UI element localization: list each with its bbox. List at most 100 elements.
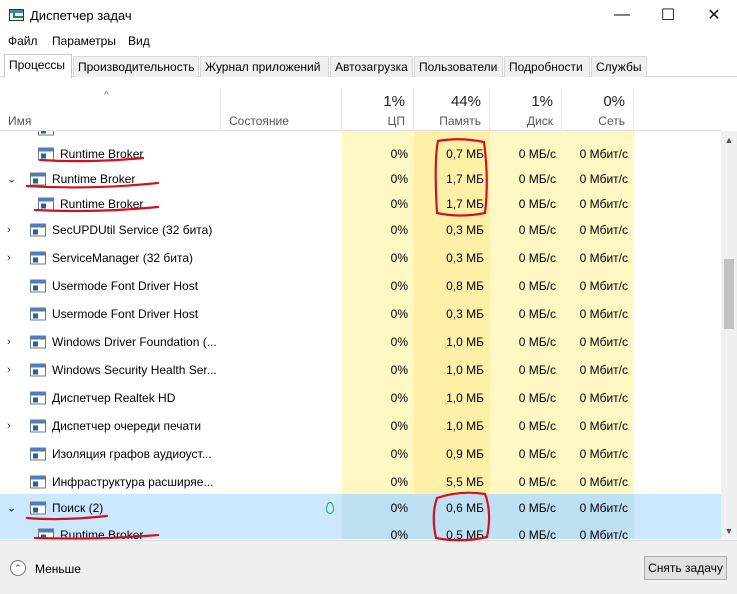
process-name-cell[interactable]: ⌄ Поиск (2) bbox=[0, 494, 342, 522]
menu-file[interactable]: Файл bbox=[8, 34, 38, 48]
process-name-cell[interactable]: › ServiceManager (32 бита) bbox=[0, 244, 342, 272]
table-row[interactable]: Инфраструктура расширяе... 0% 5,5 МБ 0 МБ/с… bbox=[0, 468, 721, 496]
chevron-right-icon[interactable]: › bbox=[7, 224, 11, 236]
process-name-cell[interactable]: › Windows Driver Foundation (... bbox=[0, 328, 342, 356]
minimize-button[interactable]: — bbox=[599, 0, 645, 30]
network-cell: 0 Мбит/с bbox=[579, 307, 628, 321]
chevron-down-icon[interactable]: ⌄ bbox=[7, 172, 16, 185]
window-title: Диспетчер задач bbox=[30, 8, 132, 23]
disk-cell: 0 МБ/с bbox=[518, 363, 556, 377]
table-row[interactable]: › ServiceManager (32 бита) 0% 0,3 МБ 0 МБ/с 0… bbox=[0, 244, 721, 272]
cpu-cell: 0% bbox=[390, 335, 408, 349]
process-name-cell[interactable]: Usermode Font Driver Host bbox=[0, 300, 342, 328]
column-network[interactable]: 0% Сеть bbox=[562, 88, 634, 131]
table-row[interactable]: ⌄ Поиск (2) 0% 0,6 МБ 0 МБ/с 0 Мбит/с bbox=[0, 494, 721, 522]
table-row[interactable]: › Windows Driver Foundation (... 0% 1,0 МБ 0… bbox=[0, 328, 721, 356]
tab-performance[interactable]: Производительность bbox=[73, 56, 199, 77]
table-row[interactable]: Диспетчер Realtek HD 0% 1,0 МБ 0 МБ/с 0 Мбит… bbox=[0, 384, 721, 412]
table-row[interactable]: › Windows Security Health Ser... 0% 1,0 МБ 0… bbox=[0, 356, 721, 384]
column-disk[interactable]: 1% Диск bbox=[490, 88, 562, 131]
close-button[interactable]: ✕ bbox=[691, 0, 737, 30]
process-name: Диспетчер очереди печати bbox=[52, 419, 202, 433]
column-name[interactable]: Имя bbox=[0, 88, 221, 131]
table-row[interactable]: ⌄ Runtime Broker 0% 1,7 МБ 0 МБ/с 0 Мбит/с bbox=[0, 166, 721, 191]
memory-cell: 1,0 МБ bbox=[446, 419, 484, 433]
chevron-right-icon[interactable]: › bbox=[7, 336, 11, 348]
tab-processes[interactable]: Процессы bbox=[4, 54, 72, 78]
tab-services[interactable]: Службы bbox=[591, 56, 647, 77]
process-list: Runtime Broker 0% 0,7 МБ 0 МБ/с 0 Мбит/с ⌄ Run… bbox=[0, 131, 721, 539]
process-name-cell[interactable]: Инфраструктура расширяе... bbox=[0, 468, 342, 496]
memory-cell: 0,9 МБ bbox=[446, 447, 484, 461]
maximize-button[interactable]: ☐ bbox=[645, 0, 691, 30]
cpu-cell: 0% bbox=[390, 475, 408, 489]
chevron-right-icon[interactable]: › bbox=[7, 420, 11, 432]
process-name-cell[interactable] bbox=[0, 131, 342, 141]
network-cell: 0 Мбит/с bbox=[579, 196, 628, 211]
disk-cell: 0 МБ/с bbox=[518, 146, 556, 161]
table-row[interactable] bbox=[0, 131, 721, 141]
usb-drive-icon bbox=[30, 251, 46, 265]
tab-app-history[interactable]: Журнал приложений bbox=[200, 56, 329, 77]
table-row[interactable]: Usermode Font Driver Host 0% 0,8 МБ 0 МБ/с 0… bbox=[0, 272, 721, 300]
tab-bar: Процессы Производительность Журнал прило… bbox=[0, 54, 737, 78]
column-header: ^ Имя Состояние 1% ЦП 44% Память 1% Диск… bbox=[0, 88, 721, 131]
process-name-cell[interactable]: › Диспетчер очереди печати bbox=[0, 412, 342, 440]
app-window-icon bbox=[38, 147, 54, 160]
column-status[interactable]: Состояние bbox=[221, 88, 342, 131]
table-row[interactable]: Изоляция графов аудиоуст... 0% 0,9 МБ 0 МБ/… bbox=[0, 440, 721, 468]
tab-users[interactable]: Пользователи bbox=[414, 56, 503, 77]
process-name-cell[interactable]: ⌄ Runtime Broker bbox=[0, 166, 342, 191]
table-row[interactable]: › SecUPDUtil Service (32 бита) 0% 0,3 МБ 0 М… bbox=[0, 216, 721, 244]
tab-details[interactable]: Подробности bbox=[504, 56, 590, 77]
column-cpu-label: ЦП bbox=[387, 114, 405, 128]
cpu-total: 1% bbox=[383, 93, 405, 110]
table-row[interactable]: › Диспетчер очереди печати 0% 1,0 МБ 0 МБ/с 0… bbox=[0, 412, 721, 440]
table-row[interactable]: Runtime Broker 0% 0,7 МБ 0 МБ/с 0 Мбит/с bbox=[0, 141, 721, 166]
app-window-icon bbox=[38, 197, 54, 210]
scroll-down-icon[interactable]: ▼ bbox=[721, 522, 737, 539]
speaker-icon bbox=[30, 391, 46, 405]
app-window-icon bbox=[30, 501, 46, 515]
menu-view[interactable]: Вид bbox=[128, 34, 150, 48]
table-row[interactable]: Runtime Broker 0% 0,5 МБ 0 МБ/с 0 Мбит/с bbox=[0, 522, 721, 539]
disk-cell bbox=[490, 131, 562, 141]
chevron-right-icon[interactable]: › bbox=[7, 252, 11, 264]
disk-cell: 0 МБ/с bbox=[518, 279, 556, 293]
fewer-details-link[interactable]: Меньше bbox=[35, 562, 81, 576]
process-name-cell[interactable]: Usermode Font Driver Host bbox=[0, 272, 342, 300]
menu-options[interactable]: Параметры bbox=[52, 34, 116, 48]
chevron-right-icon[interactable]: › bbox=[7, 364, 11, 376]
app-window-icon bbox=[30, 223, 46, 237]
chevron-down-icon[interactable]: ⌄ bbox=[7, 502, 16, 515]
tab-startup[interactable]: Автозагрузка bbox=[330, 56, 413, 77]
process-name: Runtime Broker bbox=[60, 196, 144, 211]
scroll-up-icon[interactable]: ▲ bbox=[721, 131, 737, 148]
process-name-cell[interactable]: Runtime Broker bbox=[0, 141, 342, 166]
vertical-scrollbar[interactable]: ▲ ▼ bbox=[721, 131, 737, 539]
title-bar: Диспетчер задач — ☐ ✕ bbox=[0, 0, 737, 30]
process-name-cell[interactable]: Изоляция графов аудиоуст... bbox=[0, 440, 342, 468]
process-name: Диспетчер Realtek HD bbox=[52, 391, 176, 405]
disk-cell: 0 МБ/с bbox=[518, 419, 556, 433]
process-name-cell[interactable]: Runtime Broker bbox=[0, 522, 342, 539]
menu-bar: Файл Параметры Вид bbox=[0, 30, 737, 52]
memory-cell: 1,0 МБ bbox=[446, 363, 484, 377]
process-name-cell[interactable]: Диспетчер Realtek HD bbox=[0, 384, 342, 412]
app-window-icon bbox=[30, 363, 46, 377]
process-name: Поиск (2) bbox=[52, 501, 104, 515]
process-name-cell[interactable]: › Windows Security Health Ser... bbox=[0, 356, 342, 384]
column-cpu[interactable]: 1% ЦП bbox=[342, 88, 414, 131]
process-name-cell[interactable]: › SecUPDUtil Service (32 бита) bbox=[0, 216, 342, 244]
column-memory[interactable]: 44% Память bbox=[414, 88, 490, 131]
process-name-cell[interactable]: Runtime Broker bbox=[0, 191, 342, 216]
column-status-label: Состояние bbox=[229, 114, 289, 128]
network-cell: 0 Мбит/с bbox=[579, 335, 628, 349]
disk-cell: 0 МБ/с bbox=[518, 475, 556, 489]
table-row[interactable]: Runtime Broker 0% 1,7 МБ 0 МБ/с 0 Мбит/с bbox=[0, 191, 721, 216]
table-row[interactable]: Usermode Font Driver Host 0% 0,3 МБ 0 МБ/с 0… bbox=[0, 300, 721, 328]
app-window-icon bbox=[30, 279, 46, 293]
scroll-thumb[interactable] bbox=[724, 259, 734, 329]
fewer-details-icon[interactable]: ⌃ bbox=[10, 560, 26, 576]
end-task-button[interactable]: Снять задачу bbox=[644, 556, 727, 580]
